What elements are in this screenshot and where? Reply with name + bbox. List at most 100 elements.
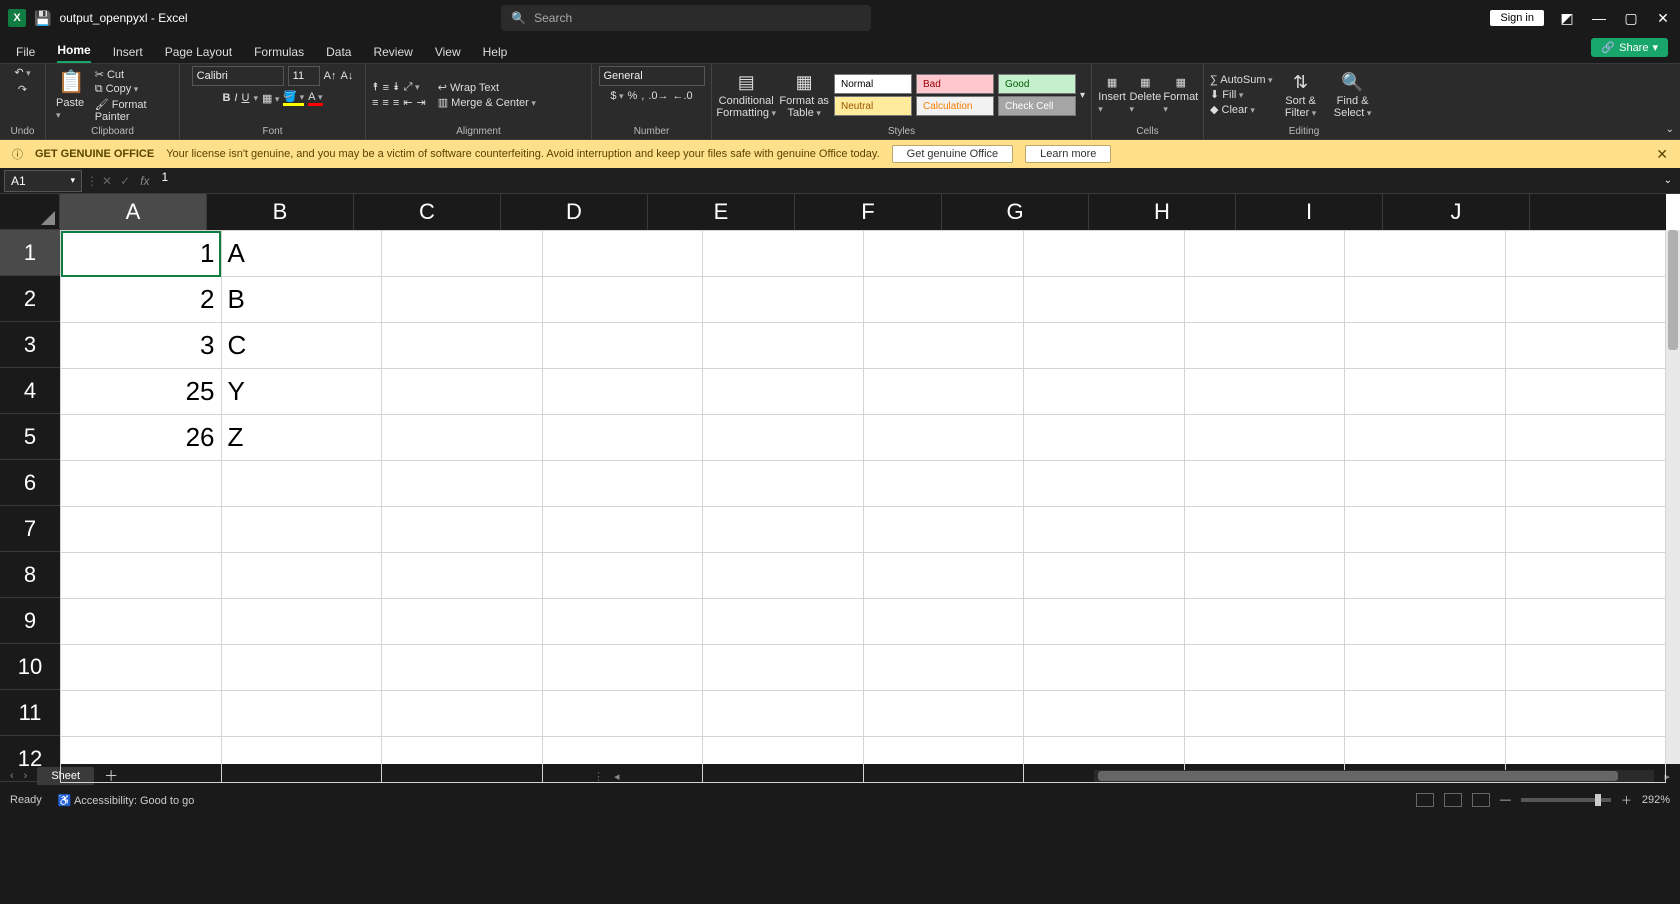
font-size-select[interactable] xyxy=(288,66,320,86)
cell[interactable] xyxy=(542,691,703,737)
dismiss-warning-button[interactable]: ✕ xyxy=(1656,146,1668,163)
cell[interactable] xyxy=(1345,599,1506,645)
cell[interactable] xyxy=(1345,691,1506,737)
cell[interactable] xyxy=(703,553,864,599)
cell[interactable]: 3 xyxy=(61,323,222,369)
cell[interactable] xyxy=(1505,369,1666,415)
cell[interactable]: 25 xyxy=(61,369,222,415)
cell[interactable] xyxy=(1505,415,1666,461)
cell[interactable] xyxy=(1184,277,1345,323)
cell[interactable]: C xyxy=(221,323,382,369)
cell[interactable] xyxy=(863,507,1024,553)
column-header[interactable]: B xyxy=(207,194,354,230)
select-all-cells[interactable] xyxy=(0,194,60,230)
column-header[interactable]: D xyxy=(501,194,648,230)
cell[interactable] xyxy=(703,645,864,691)
cell[interactable] xyxy=(221,645,382,691)
cell[interactable] xyxy=(382,691,543,737)
page-layout-view-button[interactable] xyxy=(1444,793,1462,807)
copy-button[interactable]: ⧉ Copy xyxy=(95,83,173,96)
delete-cells-button[interactable]: ▦Delete xyxy=(1130,74,1161,117)
format-cells-button[interactable]: ▦Format xyxy=(1165,74,1197,117)
cell[interactable] xyxy=(1024,507,1185,553)
cell[interactable] xyxy=(382,553,543,599)
cell[interactable] xyxy=(542,461,703,507)
cell[interactable] xyxy=(1505,461,1666,507)
cell[interactable] xyxy=(542,369,703,415)
cell[interactable]: Y xyxy=(221,369,382,415)
cell[interactable] xyxy=(61,507,222,553)
cell[interactable] xyxy=(1345,415,1506,461)
cell[interactable] xyxy=(542,599,703,645)
font-name-select[interactable] xyxy=(192,66,284,86)
share-button[interactable]: 🔗 Share ▾ xyxy=(1591,38,1668,57)
cell[interactable] xyxy=(61,599,222,645)
cell[interactable] xyxy=(61,737,222,783)
cell[interactable] xyxy=(863,369,1024,415)
row-header[interactable]: 10 xyxy=(0,644,60,690)
expand-formula-bar-icon[interactable]: ⌄ xyxy=(1656,175,1680,186)
fill-button[interactable]: ⬇ Fill xyxy=(1210,88,1273,101)
cell[interactable] xyxy=(1345,231,1506,277)
cell[interactable] xyxy=(863,599,1024,645)
column-header[interactable]: J xyxy=(1383,194,1530,230)
cell[interactable] xyxy=(382,323,543,369)
undo-button[interactable]: ↶ xyxy=(14,66,30,79)
cell[interactable] xyxy=(863,645,1024,691)
bold-button[interactable]: B xyxy=(222,92,230,104)
row-header[interactable]: 4 xyxy=(0,368,60,414)
cell[interactable] xyxy=(61,461,222,507)
cell[interactable] xyxy=(542,277,703,323)
row-header[interactable]: 6 xyxy=(0,460,60,506)
cell[interactable] xyxy=(703,277,864,323)
row-header[interactable]: 2 xyxy=(0,276,60,322)
cell[interactable] xyxy=(1505,691,1666,737)
name-box[interactable]: A1▾ xyxy=(4,170,82,192)
insert-cells-button[interactable]: ▦Insert xyxy=(1098,74,1126,117)
cell[interactable] xyxy=(542,645,703,691)
tab-data[interactable]: Data xyxy=(326,45,351,63)
cell-style-neutral[interactable]: Neutral xyxy=(834,96,912,116)
row-header[interactable]: 8 xyxy=(0,552,60,598)
cell[interactable] xyxy=(542,507,703,553)
cell-style-check-cell[interactable]: Check Cell xyxy=(998,96,1076,116)
cell[interactable] xyxy=(1345,369,1506,415)
row-header[interactable]: 9 xyxy=(0,598,60,644)
formula-input[interactable]: 1 xyxy=(155,170,1655,192)
cell[interactable] xyxy=(703,691,864,737)
align-right-icon[interactable]: ≡ xyxy=(393,97,399,109)
zoom-slider[interactable] xyxy=(1521,798,1611,802)
cell[interactable] xyxy=(382,599,543,645)
cell[interactable] xyxy=(703,461,864,507)
row-header[interactable]: 1 xyxy=(0,230,60,276)
cell[interactable] xyxy=(1024,415,1185,461)
cell-style-normal[interactable]: Normal xyxy=(834,74,912,94)
cell[interactable] xyxy=(1024,645,1185,691)
clear-button[interactable]: ◆ Clear xyxy=(1210,103,1273,116)
get-genuine-office-button[interactable]: Get genuine Office xyxy=(892,145,1014,163)
cell-style-bad[interactable]: Bad xyxy=(916,74,994,94)
row-header[interactable]: 11 xyxy=(0,690,60,736)
align-middle-icon[interactable]: ≡ xyxy=(383,82,389,94)
cell[interactable] xyxy=(1505,645,1666,691)
conditional-formatting-button[interactable]: ▤Conditional Formatting xyxy=(718,70,774,121)
cell[interactable] xyxy=(221,507,382,553)
align-top-icon[interactable]: ⯭ xyxy=(372,81,379,94)
zoom-in-button[interactable]: ＋ xyxy=(1621,792,1632,808)
cell[interactable] xyxy=(1184,461,1345,507)
cell[interactable] xyxy=(221,461,382,507)
comma-format-icon[interactable]: , xyxy=(641,90,644,102)
cell[interactable] xyxy=(863,553,1024,599)
cell[interactable] xyxy=(863,277,1024,323)
tab-formulas[interactable]: Formulas xyxy=(254,45,304,63)
cell[interactable] xyxy=(1505,599,1666,645)
find-select-button[interactable]: 🔍Find & Select xyxy=(1329,70,1377,121)
cell-style-good[interactable]: Good xyxy=(998,74,1076,94)
cell[interactable] xyxy=(703,415,864,461)
normal-view-button[interactable] xyxy=(1416,793,1434,807)
cell[interactable] xyxy=(1184,691,1345,737)
cell[interactable] xyxy=(863,461,1024,507)
cell[interactable] xyxy=(61,553,222,599)
cell[interactable] xyxy=(703,323,864,369)
cell[interactable] xyxy=(1345,507,1506,553)
